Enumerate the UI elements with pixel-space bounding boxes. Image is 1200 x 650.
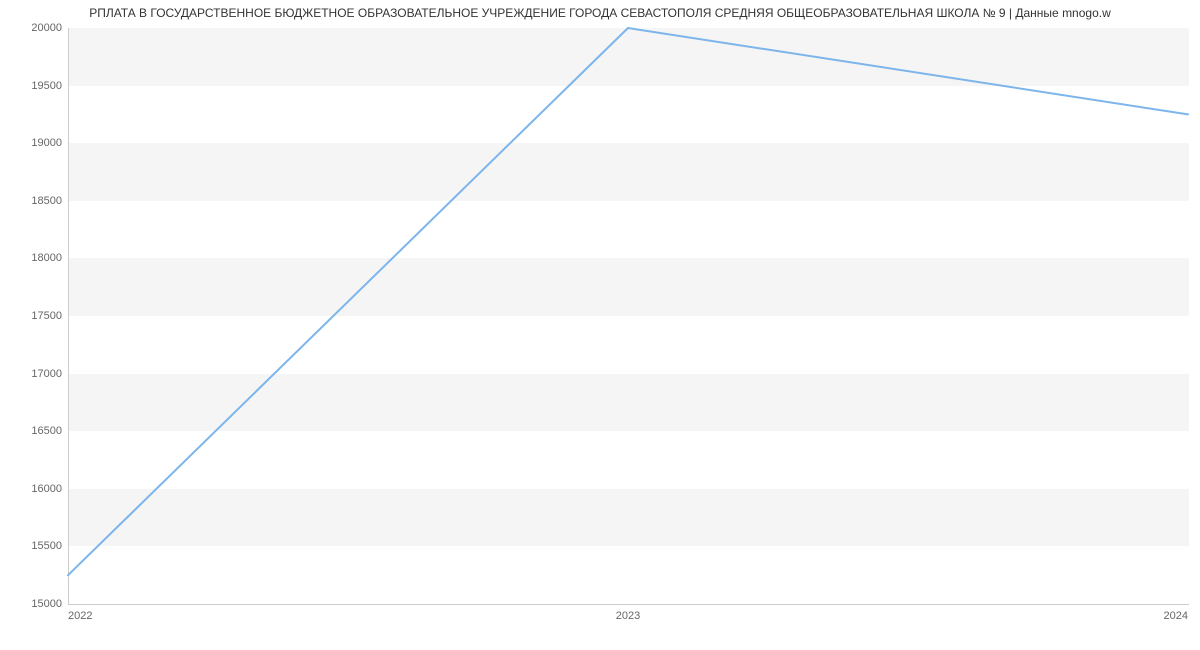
chart-container: РПЛАТА В ГОСУДАРСТВЕННОЕ БЮДЖЕТНОЕ ОБРАЗ… xyxy=(0,0,1200,650)
series-line xyxy=(68,28,1188,575)
y-tick-label: 19500 xyxy=(2,80,62,92)
y-tick-label: 17500 xyxy=(2,310,62,322)
x-tick-label: 2023 xyxy=(616,610,640,622)
y-tick-label: 15500 xyxy=(2,540,62,552)
y-tick-label: 20000 xyxy=(2,22,62,34)
y-tick-label: 17000 xyxy=(2,368,62,380)
y-tick-label: 16000 xyxy=(2,483,62,495)
x-tick-label: 2024 xyxy=(1164,610,1188,622)
chart-title: РПЛАТА В ГОСУДАРСТВЕННОЕ БЮДЖЕТНОЕ ОБРАЗ… xyxy=(0,6,1200,20)
y-tick-label: 19000 xyxy=(2,137,62,149)
x-tick-label: 2022 xyxy=(68,610,92,622)
y-tick-label: 15000 xyxy=(2,598,62,610)
y-tick-label: 16500 xyxy=(2,425,62,437)
y-tick-label: 18000 xyxy=(2,252,62,264)
y-tick-label: 18500 xyxy=(2,195,62,207)
chart-svg xyxy=(68,28,1188,604)
